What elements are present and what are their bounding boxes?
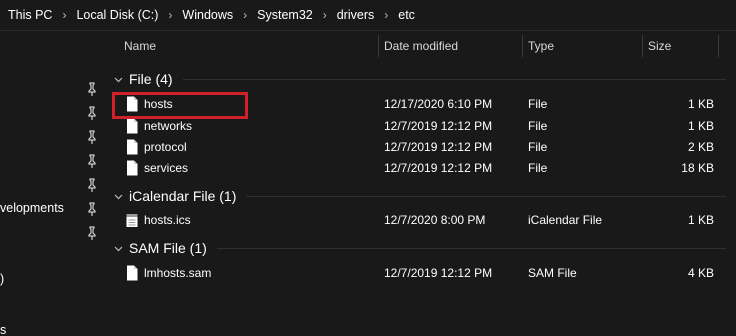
column-divider[interactable] — [522, 35, 523, 57]
file-type: iCalendar File — [528, 213, 603, 227]
breadcrumb-local-disk[interactable]: Local Disk (C:) — [74, 8, 160, 22]
chevron-down-icon[interactable] — [114, 192, 123, 201]
file-type: File — [528, 140, 548, 154]
file-type: File — [528, 161, 548, 175]
file-size: 1 KB — [687, 97, 714, 111]
file-icon — [127, 160, 138, 176]
group-header-sam[interactable]: SAM File (1) — [104, 238, 736, 258]
column-header-name[interactable]: Name — [124, 39, 156, 53]
group-header-file[interactable]: File (4) — [104, 69, 736, 89]
pin-icon[interactable] — [87, 202, 97, 216]
chevron-down-icon[interactable] — [114, 244, 123, 253]
file-date: 12/7/2019 12:12 PM — [384, 119, 493, 133]
column-header-date[interactable]: Date modified — [384, 39, 458, 53]
breadcrumb-etc[interactable]: etc — [396, 8, 417, 22]
file-size: 4 KB — [687, 266, 714, 280]
file-size: 1 KB — [687, 119, 714, 133]
group-label: iCalendar File (1) — [129, 188, 237, 204]
file-list: Name Date modified Type Size File (4) ho… — [104, 31, 736, 336]
group-label: File (4) — [129, 71, 173, 87]
file-name: hosts.ics — [144, 213, 191, 227]
file-type: SAM File — [528, 266, 577, 280]
file-row-hosts[interactable]: hosts 12/17/2020 6:10 PM File 1 KB — [104, 94, 736, 115]
breadcrumb-windows[interactable]: Windows — [180, 8, 235, 22]
file-date: 12/7/2019 12:12 PM — [384, 140, 493, 154]
file-row-hosts-ics[interactable]: hosts.ics 12/7/2020 8:00 PM iCalendar Fi… — [104, 210, 736, 231]
file-size: 1 KB — [687, 213, 714, 227]
nav-item-label[interactable]: velopments — [0, 201, 64, 215]
chevron-down-icon[interactable] — [114, 75, 123, 84]
file-icon — [127, 118, 138, 134]
chevron-right-icon[interactable]: › — [168, 8, 172, 22]
pin-icon[interactable] — [87, 82, 97, 96]
calendar-file-icon — [126, 214, 138, 227]
file-row-lmhosts-sam[interactable]: lmhosts.sam 12/7/2019 12:12 PM SAM File … — [104, 263, 736, 284]
group-divider — [216, 247, 726, 249]
group-label: SAM File (1) — [129, 240, 207, 256]
file-type: File — [528, 119, 548, 133]
nav-item-label[interactable]: ) — [0, 272, 4, 286]
file-name: hosts — [144, 97, 173, 111]
column-divider[interactable] — [378, 35, 379, 57]
breadcrumb-system32[interactable]: System32 — [255, 8, 315, 22]
pin-icon[interactable] — [87, 106, 97, 120]
pin-icon[interactable] — [87, 226, 97, 240]
breadcrumb-drivers[interactable]: drivers — [335, 8, 377, 22]
file-name: protocol — [144, 140, 187, 154]
chevron-right-icon[interactable]: › — [323, 8, 327, 22]
group-divider — [182, 78, 726, 80]
pin-icon[interactable] — [87, 178, 97, 192]
file-row-networks[interactable]: networks 12/7/2019 12:12 PM File 1 KB — [104, 116, 736, 137]
file-size: 18 KB — [681, 161, 714, 175]
file-icon — [127, 265, 138, 281]
chevron-right-icon[interactable]: › — [243, 8, 247, 22]
file-row-services[interactable]: services 12/7/2019 12:12 PM File 18 KB — [104, 158, 736, 179]
group-header-icalendar[interactable]: iCalendar File (1) — [104, 186, 736, 206]
group-divider — [246, 195, 726, 197]
nav-item-label[interactable]: s — [0, 323, 6, 336]
file-date: 12/7/2019 12:12 PM — [384, 161, 493, 175]
file-name: lmhosts.sam — [144, 266, 212, 280]
column-header-size[interactable]: Size — [648, 39, 671, 53]
file-size: 2 KB — [687, 140, 714, 154]
file-row-protocol[interactable]: protocol 12/7/2019 12:12 PM File 2 KB — [104, 137, 736, 158]
file-name: networks — [144, 119, 193, 133]
file-type: File — [528, 97, 548, 111]
column-divider[interactable] — [718, 35, 719, 57]
breadcrumb-this-pc[interactable]: This PC — [0, 8, 54, 22]
file-icon — [127, 139, 138, 155]
pin-icon[interactable] — [87, 154, 97, 168]
navigation-pane: velopments ) s — [0, 31, 103, 336]
file-date: 12/7/2019 12:12 PM — [384, 266, 493, 280]
file-icon — [127, 96, 138, 112]
column-divider[interactable] — [642, 35, 643, 57]
file-date: 12/17/2020 6:10 PM — [384, 97, 493, 111]
column-header-type[interactable]: Type — [528, 39, 554, 53]
pin-icon[interactable] — [87, 130, 97, 144]
file-name: services — [144, 161, 189, 175]
chevron-right-icon[interactable]: › — [62, 8, 66, 22]
chevron-right-icon[interactable]: › — [384, 8, 388, 22]
file-date: 12/7/2020 8:00 PM — [384, 213, 486, 227]
breadcrumb: This PC › Local Disk (C:) › Windows › Sy… — [0, 0, 736, 31]
